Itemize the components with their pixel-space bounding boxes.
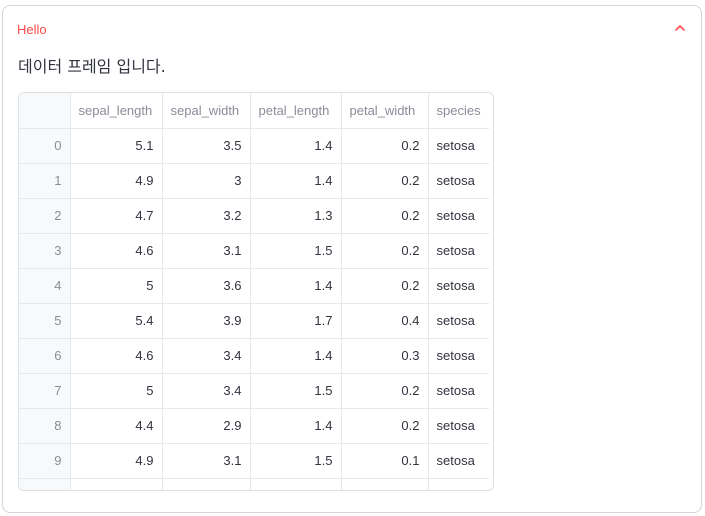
table-row [19, 478, 489, 490]
table-cell[interactable]: 4.6 [70, 233, 163, 269]
table-row: 9 4.9 3.1 1.5 0.1 setosa [19, 443, 489, 479]
table-cell[interactable]: 5.4 [70, 303, 163, 339]
row-index-cell[interactable]: 2 [19, 198, 71, 234]
table-cell[interactable]: 1.7 [250, 303, 342, 339]
expander-body-text: 데이터 프레임 입니다. [18, 57, 166, 76]
table-cell[interactable]: 0.1 [341, 443, 429, 479]
column-header[interactable]: petal_width [341, 93, 429, 129]
table-cell[interactable] [428, 478, 489, 490]
table-cell[interactable]: 3.4 [162, 373, 251, 409]
table-row: 0 5.1 3.5 1.4 0.2 setosa [19, 128, 489, 164]
row-index-cell[interactable]: 0 [19, 128, 71, 164]
table-cell[interactable]: 0.4 [341, 303, 429, 339]
table-cell[interactable]: 0.2 [341, 408, 429, 444]
row-index-cell[interactable]: 8 [19, 408, 71, 444]
column-header[interactable]: sepal_width [162, 93, 251, 129]
column-header[interactable]: sepal_length [70, 93, 163, 129]
table-cell[interactable]: 3.1 [162, 443, 251, 479]
table-cell[interactable]: setosa [428, 198, 489, 234]
table-cell[interactable]: setosa [428, 268, 489, 304]
expander-title: Hello [17, 22, 47, 37]
table-cell[interactable]: setosa [428, 303, 489, 339]
table-cell[interactable]: 1.4 [250, 338, 342, 374]
table-cell[interactable]: 0.2 [341, 373, 429, 409]
table-cell[interactable]: 4.9 [70, 443, 163, 479]
table-row: 3 4.6 3.1 1.5 0.2 setosa [19, 233, 489, 269]
table-row: 6 4.6 3.4 1.4 0.3 setosa [19, 338, 489, 374]
table-cell[interactable]: 1.5 [250, 233, 342, 269]
table-cell[interactable]: 1.4 [250, 408, 342, 444]
dataframe-table: sepal_length sepal_width petal_length pe… [19, 93, 489, 490]
table-cell[interactable]: 3.5 [162, 128, 251, 164]
header-row: sepal_length sepal_width petal_length pe… [19, 93, 489, 129]
row-index-cell[interactable]: 4 [19, 268, 71, 304]
table-cell[interactable]: 1.3 [250, 198, 342, 234]
table-cell[interactable]: 4.4 [70, 408, 163, 444]
table-cell[interactable]: setosa [428, 163, 489, 199]
row-index-cell[interactable] [19, 478, 71, 490]
table-cell[interactable]: 5 [70, 268, 163, 304]
table-cell[interactable]: setosa [428, 373, 489, 409]
table-cell[interactable]: 0.2 [341, 128, 429, 164]
table-row: 8 4.4 2.9 1.4 0.2 setosa [19, 408, 489, 444]
table-cell[interactable]: setosa [428, 233, 489, 269]
table-cell[interactable] [70, 478, 163, 490]
table-cell[interactable]: 5 [70, 373, 163, 409]
table-cell[interactable]: 4.6 [70, 338, 163, 374]
table-cell[interactable]: setosa [428, 338, 489, 374]
table-cell[interactable]: 4.7 [70, 198, 163, 234]
table-cell[interactable]: 1.4 [250, 128, 342, 164]
table-cell[interactable]: 1.5 [250, 443, 342, 479]
row-index-cell[interactable]: 1 [19, 163, 71, 199]
table-cell[interactable]: setosa [428, 408, 489, 444]
row-index-cell[interactable]: 5 [19, 303, 71, 339]
row-index-cell[interactable]: 7 [19, 373, 71, 409]
expander-header[interactable]: Hello [3, 6, 701, 52]
table-cell[interactable]: 3.1 [162, 233, 251, 269]
table-row: 7 5 3.4 1.5 0.2 setosa [19, 373, 489, 409]
table-cell[interactable] [250, 478, 342, 490]
table-cell[interactable]: 0.2 [341, 233, 429, 269]
table-cell[interactable]: 1.4 [250, 163, 342, 199]
table-cell[interactable]: 0.2 [341, 163, 429, 199]
table-cell[interactable]: 1.5 [250, 373, 342, 409]
row-index-cell[interactable]: 6 [19, 338, 71, 374]
table-row: 2 4.7 3.2 1.3 0.2 setosa [19, 198, 489, 234]
column-header[interactable]: petal_length [250, 93, 342, 129]
table-row: 4 5 3.6 1.4 0.2 setosa [19, 268, 489, 304]
table-cell[interactable]: 0.3 [341, 338, 429, 374]
chevron-up-icon[interactable] [673, 21, 687, 35]
table-cell[interactable]: 2.9 [162, 408, 251, 444]
table-row: 1 4.9 3 1.4 0.2 setosa [19, 163, 489, 199]
table-cell[interactable]: 3.6 [162, 268, 251, 304]
table-cell[interactable]: 1.4 [250, 268, 342, 304]
table-cell[interactable]: 4.9 [70, 163, 163, 199]
table-cell[interactable]: setosa [428, 128, 489, 164]
table-cell[interactable]: 3.9 [162, 303, 251, 339]
table-cell[interactable]: 3.4 [162, 338, 251, 374]
table-cell[interactable]: 0.2 [341, 198, 429, 234]
table-cell[interactable] [162, 478, 251, 490]
table-cell[interactable]: 0.2 [341, 268, 429, 304]
table-row: 5 5.4 3.9 1.7 0.4 setosa [19, 303, 489, 339]
dataframe[interactable]: sepal_length sepal_width petal_length pe… [18, 92, 494, 491]
table-cell[interactable]: setosa [428, 443, 489, 479]
column-header-index[interactable] [19, 93, 71, 129]
column-header[interactable]: species [428, 93, 489, 129]
table-cell[interactable] [341, 478, 429, 490]
table-cell[interactable]: 3.2 [162, 198, 251, 234]
row-index-cell[interactable]: 9 [19, 443, 71, 479]
expander: Hello 데이터 프레임 입니다. sepal_length sepal_wi… [2, 5, 702, 513]
table-cell[interactable]: 5.1 [70, 128, 163, 164]
row-index-cell[interactable]: 3 [19, 233, 71, 269]
table-cell[interactable]: 3 [162, 163, 251, 199]
